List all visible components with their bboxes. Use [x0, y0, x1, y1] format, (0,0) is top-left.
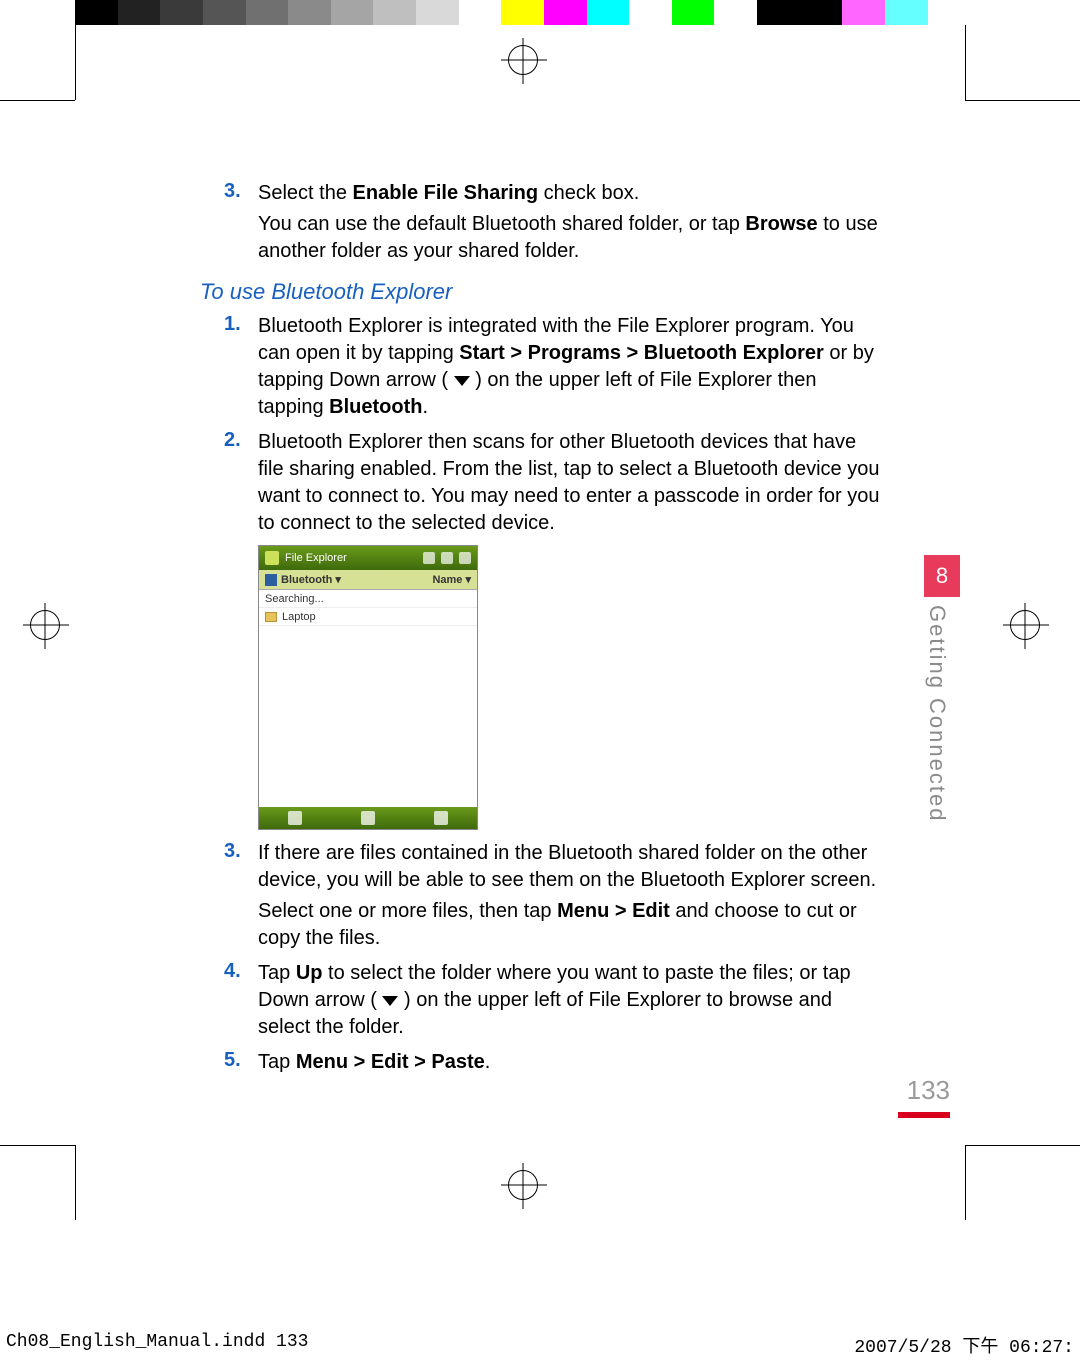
body-text: .	[422, 396, 428, 418]
list-item: 1. Bluetooth Explorer is integrated with…	[224, 313, 880, 421]
step-number: 4.	[224, 960, 258, 1041]
ui-path: Start > Programs > Bluetooth Explorer	[459, 342, 824, 364]
crop-mark	[75, 25, 76, 100]
crop-mark	[0, 100, 75, 101]
volume-icon	[441, 552, 453, 564]
step-number: 3.	[224, 840, 258, 952]
ui-term: Up	[296, 962, 323, 984]
ui-term: Browse	[745, 213, 817, 235]
ui-path: Menu > Edit > Paste	[296, 1051, 485, 1073]
list-item: 3. If there are files contained in the B…	[224, 840, 880, 952]
body-text: Tap	[258, 962, 296, 984]
chapter-number-badge: 8	[924, 555, 960, 597]
list-item: 2. Bluetooth Explorer then scans for oth…	[224, 429, 880, 537]
crumb-text: Name	[432, 574, 462, 586]
body-text: Select one or more files, then tap	[258, 900, 557, 922]
list-item: 4. Tap Up to select the folder where you…	[224, 960, 880, 1041]
crop-mark	[965, 25, 966, 100]
down-arrow-icon	[454, 376, 470, 386]
body-text: If there are files contained in the Blue…	[258, 842, 876, 891]
close-icon	[459, 552, 471, 564]
screenshot-titlebar: File Explorer	[259, 546, 477, 570]
step-number: 2.	[224, 429, 258, 537]
screenshot-row: Laptop	[259, 608, 477, 626]
bluetooth-icon	[265, 574, 277, 586]
device-name: Laptop	[282, 611, 316, 623]
crumb-text: Bluetooth	[281, 574, 332, 586]
registration-mark-icon	[1010, 610, 1040, 640]
ui-term: Bluetooth	[329, 396, 422, 418]
section-heading: To use Bluetooth Explorer	[200, 279, 880, 305]
screenshot-breadcrumb: Bluetooth ▾ Name ▾	[259, 570, 477, 590]
page-number-accent	[898, 1112, 950, 1118]
print-footer: Ch08_English_Manual.indd 133 2007/5/28 下…	[0, 1332, 1080, 1358]
start-icon	[265, 551, 279, 565]
body-text: You can use the default Bluetooth shared…	[258, 213, 745, 235]
chapter-tab: 8 Getting Connected	[924, 555, 960, 822]
list-item: 3. Select the Enable File Sharing check …	[224, 180, 880, 265]
ui-term: Enable File Sharing	[353, 182, 539, 204]
registration-mark-icon	[508, 1170, 538, 1200]
registration-mark-icon	[508, 45, 538, 75]
registration-mark-icon	[30, 610, 60, 640]
signal-icon	[423, 552, 435, 564]
page-number-block: 133	[898, 1075, 950, 1118]
body-text: Bluetooth Explorer then scans for other …	[258, 429, 880, 537]
screenshot-row: Searching...	[259, 590, 477, 608]
softkey-icon	[434, 811, 448, 825]
footer-filename: Ch08_English_Manual.indd 133	[6, 1332, 308, 1358]
crop-mark	[965, 1145, 966, 1220]
crop-mark	[75, 1145, 76, 1220]
page-content: 3. Select the Enable File Sharing check …	[200, 180, 880, 1084]
footer-timestamp: 2007/5/28 下午 06:27:	[854, 1332, 1074, 1358]
folder-icon	[265, 612, 277, 622]
status-text: Searching...	[265, 593, 324, 605]
step-number: 3.	[224, 180, 258, 265]
body-text: Tap	[258, 1051, 296, 1073]
color-calibration-bar	[75, 0, 970, 25]
crop-mark	[965, 1145, 1080, 1146]
body-text: Select the	[258, 182, 353, 204]
chapter-title: Getting Connected	[924, 605, 950, 822]
list-item: 5. Tap Menu > Edit > Paste.	[224, 1049, 880, 1076]
body-text: .	[485, 1051, 491, 1073]
softkey-icon	[288, 811, 302, 825]
step-number: 5.	[224, 1049, 258, 1076]
page-number: 133	[898, 1075, 950, 1106]
body-text: check box.	[538, 182, 639, 204]
crop-mark	[965, 100, 1080, 101]
ui-path: Menu > Edit	[557, 900, 670, 922]
crop-mark	[0, 1145, 75, 1146]
screenshot-title: File Explorer	[285, 552, 347, 564]
step-number: 1.	[224, 313, 258, 421]
device-screenshot: File Explorer Bluetooth ▾ Name ▾ Searchi…	[258, 545, 478, 830]
keyboard-icon	[361, 811, 375, 825]
down-arrow-icon	[382, 996, 398, 1006]
screenshot-bottombar	[259, 807, 477, 829]
